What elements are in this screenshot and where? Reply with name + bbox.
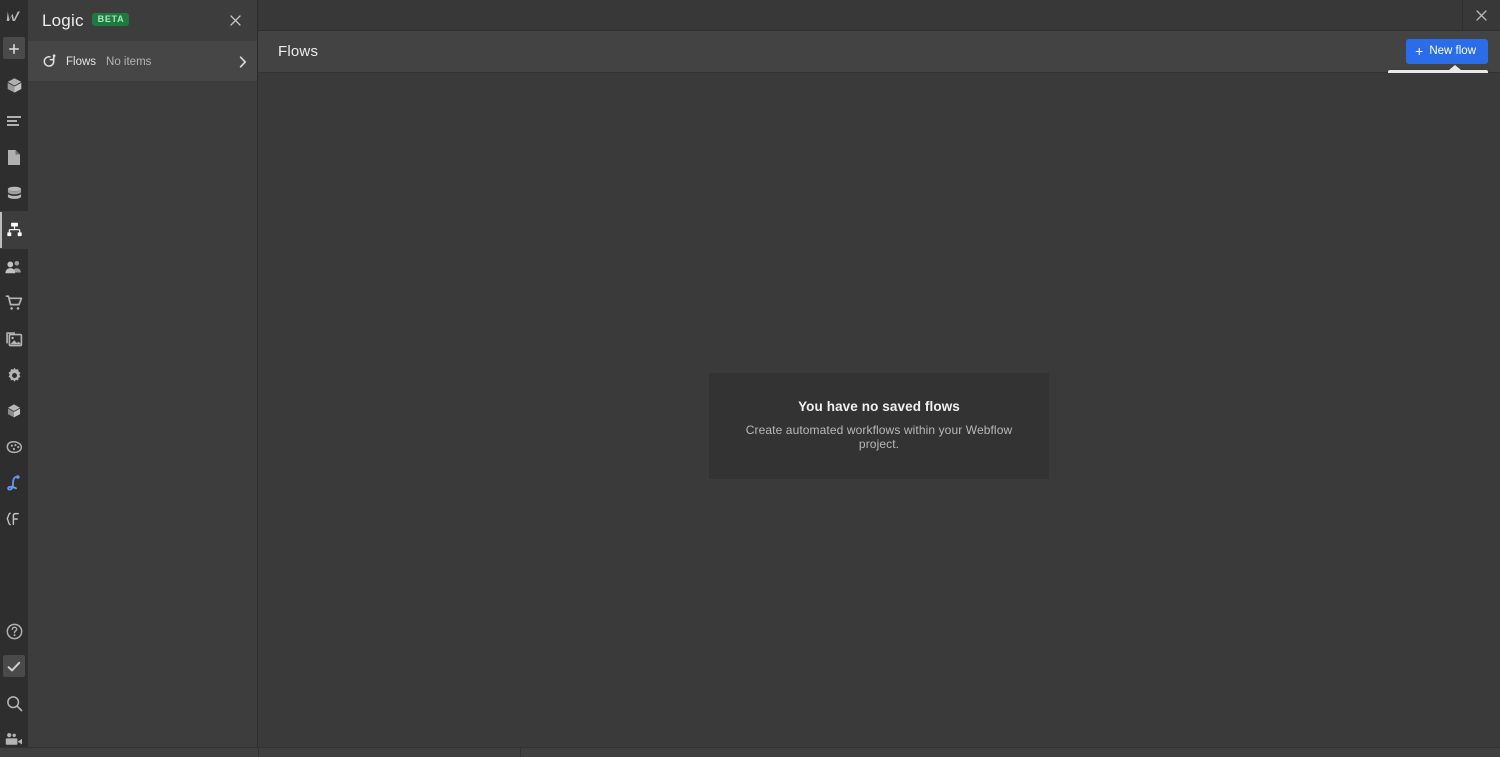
search-icon [6,695,22,711]
beta-badge: BETA [91,13,130,26]
rail-group-utility [0,613,28,757]
new-flow-button[interactable]: + New flow [1406,39,1488,64]
left-icon-rail [0,0,28,757]
rail-item-search[interactable] [0,685,28,721]
palette-icon [6,440,22,453]
logic-panel-rows: Flows No items [28,42,257,82]
logic-panel: Logic BETA Flows No items [28,0,258,757]
new-flow-wrapper: + New flow Create new flow [1387,39,1488,93]
empty-state-subtitle: Create automated workflows within your W… [745,423,1013,451]
rail-item-add-elements[interactable] [0,31,28,67]
rail-item-style-manager[interactable] [0,429,28,465]
new-flow-label: New flow [1429,44,1476,57]
webflow-logo[interactable] [0,0,28,31]
rail-item-interactions[interactable] [0,465,28,501]
rail-item-assets[interactable] [0,321,28,357]
rail-item-components[interactable] [0,393,28,429]
rail-item-audit[interactable] [0,649,28,685]
bottom-divider [258,748,259,757]
empty-state-card: You have no saved flows Create automated… [709,373,1049,479]
window-topbar [258,0,1500,31]
cube-icon [7,77,21,93]
interactions-icon [7,474,20,491]
plus-icon: + [1415,42,1424,59]
rail-item-users[interactable] [0,249,28,285]
plus-square-icon [9,44,19,54]
flows-canvas: You have no saved flows Create automated… [258,73,1500,757]
flowchart-icon [6,222,22,237]
panel-row-meta: No items [106,55,152,68]
rail-group-secondary [0,249,28,537]
empty-state-title: You have no saved flows [798,399,960,414]
rail-item-style-selectors[interactable] [0,103,28,139]
panel-close-button[interactable] [225,11,245,31]
rail-item-pages[interactable] [0,139,28,175]
bottom-divider [520,748,521,757]
rail-item-logic[interactable] [0,212,28,248]
close-icon [229,15,241,26]
image-stack-icon [6,332,23,347]
window-close-button[interactable] [1462,0,1500,31]
rail-item-variables[interactable] [0,501,28,537]
logic-panel-header: Logic BETA [28,0,257,42]
rail-item-navigator[interactable] [0,67,28,103]
rail-group-primary [0,31,28,211]
bottom-status-bar [0,747,1500,757]
page-icon [8,149,20,165]
database-icon [7,186,21,199]
curly-brace-f-icon [6,512,19,525]
main-area: Flows + New flow Create new flow You hav… [258,0,1500,757]
lines-icon [7,116,21,126]
rail-item-cms-collections[interactable] [0,175,28,211]
panel-title: Logic [42,10,84,30]
users-icon [5,261,21,274]
rail-item-help[interactable] [0,613,28,649]
question-circle-icon [6,623,22,639]
panel-row-flows[interactable]: Flows No items [28,42,257,82]
chevron-right-icon[interactable] [239,55,247,68]
rail-item-ecommerce[interactable] [0,285,28,321]
rail-item-project-settings[interactable] [0,357,28,393]
panel-row-label: Flows [66,55,97,68]
rail-group-logic [0,212,28,248]
cart-icon [5,295,23,310]
designer-window: Logic BETA Flows No items Flows + New fl… [0,0,1500,757]
close-icon [1476,9,1487,21]
flows-header: Flows + New flow Create new flow [258,31,1500,93]
gear-icon [8,367,20,382]
cube-outline-icon [7,404,21,418]
checkbox-icon [7,661,21,672]
page-title: Flows [278,43,319,60]
flow-loop-icon [42,54,60,69]
video-camera-icon [5,733,22,745]
